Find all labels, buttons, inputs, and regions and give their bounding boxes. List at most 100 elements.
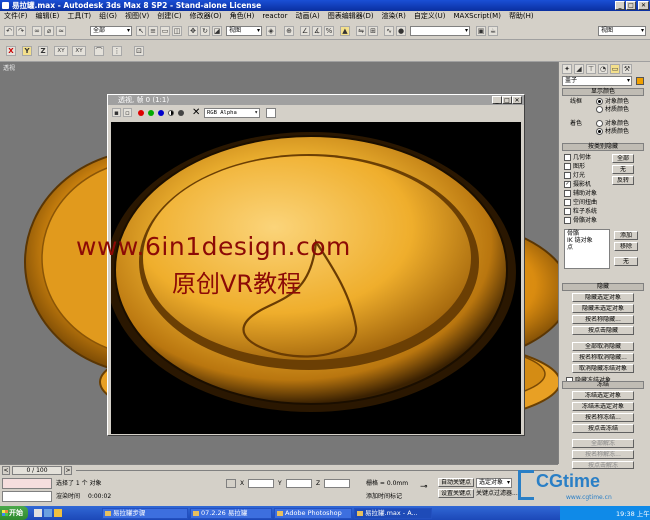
- category-particles[interactable]: 粒子系统: [564, 208, 597, 216]
- clone-window-icon[interactable]: ▫: [123, 108, 132, 117]
- bind-spacewarp-icon[interactable]: ≈: [56, 26, 66, 36]
- freeze-by-name-button[interactable]: 按名称冻结...: [572, 413, 634, 422]
- taskbar-item-3dsmax[interactable]: 易拉罐.max - A...: [354, 508, 432, 519]
- menu-group[interactable]: 组(G): [95, 11, 121, 22]
- list-item[interactable]: 点: [567, 244, 573, 252]
- menu-character[interactable]: 角色(H): [226, 11, 259, 22]
- array-icon[interactable]: ⋮: [112, 46, 122, 56]
- key-selection-dropdown[interactable]: 选定对象: [476, 478, 512, 488]
- percent-snap-icon[interactable]: %: [324, 26, 334, 36]
- angle-snap-icon[interactable]: ∡: [312, 26, 322, 36]
- taskbar-item-photoshop[interactable]: Adobe Photoshop: [274, 508, 352, 519]
- lock-selection-icon[interactable]: [226, 479, 236, 488]
- select-object-icon[interactable]: ↖: [136, 26, 146, 36]
- menu-file[interactable]: 文件(F): [0, 11, 32, 22]
- hide-by-hit-button[interactable]: 按点击隐藏: [572, 326, 634, 335]
- rollout-hide-by-category[interactable]: 按类别隐藏: [562, 143, 644, 151]
- render-scene-icon[interactable]: ▣: [476, 26, 486, 36]
- axis-x-button[interactable]: X: [6, 46, 16, 56]
- render-close-button[interactable]: ✕: [512, 96, 522, 104]
- shaded-object-color[interactable]: 对象颜色: [596, 120, 629, 128]
- object-color-swatch[interactable]: [636, 77, 644, 85]
- minimize-button[interactable]: _: [615, 1, 625, 10]
- z-coord-field[interactable]: [324, 479, 350, 488]
- time-slider[interactable]: 0 / 100: [12, 466, 62, 475]
- material-editor-icon[interactable]: ●: [396, 26, 406, 36]
- maximize-button[interactable]: □: [626, 1, 636, 10]
- rollout-hide[interactable]: 隐藏: [562, 283, 644, 291]
- auto-key-button[interactable]: 自动关键点: [438, 478, 474, 487]
- wireframe-object-color[interactable]: 对象颜色: [596, 98, 629, 106]
- hide-unselected-button[interactable]: 隐藏未选定对象: [572, 304, 634, 313]
- taskbar-item-steps[interactable]: 易拉罐步骤: [102, 508, 188, 519]
- category-spacewarps[interactable]: 空间扭曲: [564, 199, 597, 207]
- axis-z-button[interactable]: Z: [38, 46, 48, 56]
- select-by-name-icon[interactable]: ≡: [148, 26, 158, 36]
- key-filters-button[interactable]: 关键点过滤器...: [476, 490, 518, 498]
- menu-create[interactable]: 创建(C): [153, 11, 185, 22]
- category-all-button[interactable]: 全部: [612, 154, 634, 163]
- unhide-all-button[interactable]: 全部取消隐藏: [572, 342, 634, 351]
- menu-modifiers[interactable]: 修改器(O): [186, 11, 226, 22]
- alpha-channel-icon[interactable]: [168, 110, 174, 116]
- close-button[interactable]: ✕: [638, 1, 649, 10]
- unlink-icon[interactable]: ⌀: [44, 26, 54, 36]
- add-time-tag[interactable]: 添加时间标记: [366, 493, 402, 501]
- snapshot-icon[interactable]: ⊡: [134, 46, 144, 56]
- display-tab-icon[interactable]: ▭: [610, 64, 620, 74]
- render-minimize-button[interactable]: _: [492, 96, 502, 104]
- modify-tab-icon[interactable]: ◢: [574, 64, 584, 74]
- select-move-icon[interactable]: ✥: [188, 26, 198, 36]
- render-type-dropdown[interactable]: 视图: [598, 26, 646, 36]
- x-coord-field[interactable]: [248, 479, 274, 488]
- unfreeze-by-hit-button[interactable]: 按点击解冻: [572, 461, 634, 469]
- bend-modifier-icon[interactable]: ⌒: [94, 46, 104, 56]
- freeze-by-hit-button[interactable]: 按点击冻结: [572, 424, 634, 433]
- unhide-by-name-button[interactable]: 按名称取消隐藏...: [572, 353, 634, 362]
- wireframe-material-color[interactable]: 材质颜色: [596, 106, 629, 114]
- key-icon[interactable]: ⊸: [420, 482, 434, 492]
- menu-rendering[interactable]: 渲染(R): [378, 11, 410, 22]
- menu-customize[interactable]: 自定义(U): [410, 11, 450, 22]
- quicklaunch-ie-icon[interactable]: [44, 509, 52, 517]
- freeze-unselected-button[interactable]: 冻结未选定对象: [572, 402, 634, 411]
- menu-edit[interactable]: 编辑(E): [32, 11, 64, 22]
- save-bitmap-icon[interactable]: ▪: [112, 108, 121, 117]
- curve-editor-icon[interactable]: ∿: [384, 26, 394, 36]
- maxscript-input[interactable]: [2, 491, 52, 502]
- spinner-snap-icon[interactable]: ▲: [340, 26, 350, 36]
- freeze-selected-button[interactable]: 冻结选定对象: [572, 391, 634, 400]
- category-bones[interactable]: 骨骼对象: [564, 217, 597, 225]
- named-selection-sets-dropdown[interactable]: [410, 26, 470, 36]
- menu-reactor[interactable]: reactor: [258, 11, 291, 22]
- menu-animation[interactable]: 动画(A): [291, 11, 323, 22]
- menu-tools[interactable]: 工具(T): [63, 11, 95, 22]
- undo-icon[interactable]: ↶: [4, 26, 14, 36]
- menu-views[interactable]: 视图(V): [121, 11, 153, 22]
- viewport-label[interactable]: 透视: [3, 63, 15, 72]
- quicklaunch-folder-icon[interactable]: [54, 509, 62, 517]
- hide-selected-button[interactable]: 隐藏选定对象: [572, 293, 634, 302]
- clear-icon[interactable]: ✕: [192, 107, 200, 118]
- unhide-frozen-button[interactable]: 取消隐藏冻结对象: [572, 364, 634, 373]
- list-remove-button[interactable]: 移除: [614, 242, 638, 251]
- shaded-material-color[interactable]: 材质颜色: [596, 128, 629, 136]
- category-cameras[interactable]: ✓ 摄影机: [564, 181, 591, 189]
- green-channel-icon[interactable]: [148, 110, 154, 116]
- quick-render-icon[interactable]: ☕: [488, 26, 498, 36]
- unfreeze-all-button[interactable]: 全部解冻: [572, 439, 634, 448]
- list-none-button[interactable]: 无: [614, 257, 638, 266]
- redo-icon[interactable]: ↷: [16, 26, 26, 36]
- maxscript-listener[interactable]: [2, 478, 52, 489]
- category-shapes[interactable]: 图形: [564, 163, 585, 171]
- menu-help[interactable]: 帮助(H): [505, 11, 538, 22]
- select-scale-icon[interactable]: ◪: [212, 26, 222, 36]
- select-rotate-icon[interactable]: ↻: [200, 26, 210, 36]
- category-invert-button[interactable]: 反转: [612, 176, 634, 185]
- mirror-icon[interactable]: ⇋: [356, 26, 366, 36]
- track-bar[interactable]: [76, 470, 554, 471]
- category-lights[interactable]: 灯光: [564, 172, 585, 180]
- list-add-button[interactable]: 添加: [614, 231, 638, 240]
- quicklaunch-icon[interactable]: [34, 509, 42, 517]
- create-tab-icon[interactable]: ✦: [562, 64, 572, 74]
